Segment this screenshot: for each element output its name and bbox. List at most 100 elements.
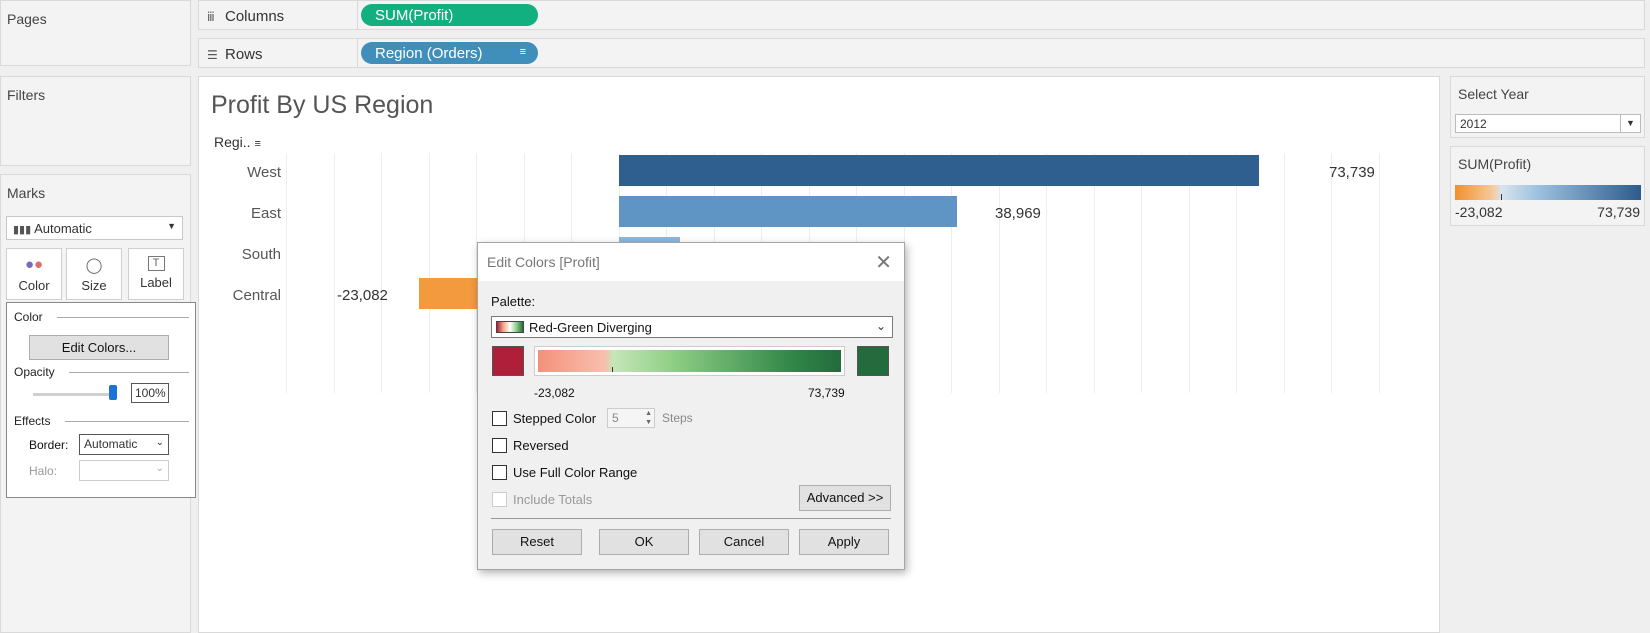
- mark-type-dropdown[interactable]: ▮▮▮ Automatic ▼: [6, 216, 183, 240]
- filters-title: Filters: [7, 87, 46, 103]
- row-label-south: South: [241, 246, 281, 263]
- gridline: [1093, 153, 1095, 393]
- columns-label: Columns: [225, 8, 285, 25]
- ramp-zero-tick: [612, 367, 613, 372]
- ok-label: OK: [634, 534, 654, 549]
- filters-card[interactable]: Filters: [0, 76, 191, 166]
- gridline: [381, 153, 382, 393]
- size-icon: ◯: [85, 257, 103, 274]
- effects-section-rule: [65, 421, 189, 422]
- steps-stepper[interactable]: 5 ▲ ▼: [607, 408, 655, 428]
- cancel-label: Cancel: [723, 534, 765, 549]
- color-mark-button[interactable]: ●● Color: [6, 248, 62, 300]
- palette-swatch-icon: [496, 321, 524, 333]
- dialog-title: Edit Colors [Profit]: [487, 254, 600, 270]
- size-mark-button[interactable]: ◯ Size: [66, 248, 122, 300]
- full-color-range-checkbox[interactable]: [492, 465, 507, 480]
- legend-zero-tick: [1501, 194, 1502, 200]
- rows-shelf[interactable]: ☰ Rows Region (Orders) ≡: [198, 38, 1645, 68]
- label-icon: T: [147, 256, 165, 271]
- opacity-slider-handle[interactable]: [109, 385, 117, 400]
- stepped-color-checkbox[interactable]: [492, 411, 507, 426]
- value-label-west: 73,739: [1329, 164, 1375, 181]
- border-label: Border:: [29, 438, 69, 452]
- cancel-button[interactable]: Cancel: [699, 529, 789, 555]
- border-dropdown[interactable]: Automatic ⌄: [79, 434, 169, 455]
- advanced-label: Advanced >>: [806, 490, 884, 505]
- sum-profit-pill[interactable]: SUM(Profit): [361, 4, 538, 26]
- label-mark-label: Label: [140, 275, 172, 290]
- rows-icon: ☰: [207, 48, 218, 62]
- reset-button[interactable]: Reset: [492, 529, 582, 555]
- select-year-title: Select Year: [1458, 86, 1529, 102]
- pages-card[interactable]: Pages: [0, 0, 191, 66]
- palette-label: Palette:: [491, 294, 536, 309]
- sort-icon: ≡: [254, 138, 261, 150]
- start-color-swatch[interactable]: [492, 346, 524, 376]
- reset-label: Reset: [520, 534, 554, 549]
- row-header-label: Regi..: [214, 134, 251, 150]
- gridline: [1141, 153, 1142, 393]
- ok-button[interactable]: OK: [599, 529, 689, 555]
- gridline: [1378, 153, 1380, 393]
- chevron-down-icon: ▼: [1620, 115, 1640, 132]
- color-dots-icon: ●●: [24, 256, 44, 273]
- range-max-label: 73,739: [808, 386, 845, 400]
- steps-label: Steps: [662, 411, 693, 425]
- apply-label: Apply: [827, 534, 861, 549]
- row-header[interactable]: Regi.. ≡: [214, 134, 261, 150]
- include-totals-checkbox[interactable]: [492, 492, 507, 507]
- chevron-down-icon: ⌄: [875, 319, 886, 333]
- end-color-swatch[interactable]: [857, 346, 889, 376]
- opacity-slider-track[interactable]: [33, 393, 113, 396]
- gridline: [333, 153, 335, 393]
- gridline: [1331, 153, 1332, 393]
- opacity-value-field[interactable]: 100%: [131, 383, 169, 403]
- columns-separator: [357, 1, 358, 29]
- halo-dropdown[interactable]: ⌄: [79, 460, 169, 481]
- gridline: [428, 153, 430, 393]
- value-label-east: 38,969: [995, 205, 1041, 222]
- year-dropdown[interactable]: 2012 ▼: [1455, 114, 1641, 133]
- border-value: Automatic: [84, 437, 138, 451]
- dialog-header: Edit Colors [Profit] ✕: [478, 243, 904, 281]
- region-orders-pill-label: Region (Orders): [375, 45, 483, 62]
- row-label-west: West: [247, 164, 281, 181]
- edit-colors-dialog: Edit Colors [Profit] ✕ Palette: Red-Gree…: [477, 242, 905, 570]
- reversed-checkbox[interactable]: [492, 438, 507, 453]
- sum-profit-pill-label: SUM(Profit): [375, 7, 454, 24]
- gridline: [998, 153, 1000, 393]
- columns-icon: ⅲ: [207, 10, 215, 24]
- mark-type-value: Automatic: [34, 221, 92, 236]
- bar-west[interactable]: [619, 155, 1259, 186]
- region-orders-pill[interactable]: Region (Orders) ≡: [361, 42, 538, 64]
- color-section-title: Color: [14, 310, 43, 324]
- close-icon[interactable]: ✕: [875, 250, 892, 275]
- select-year-card: Select Year 2012 ▼: [1450, 76, 1645, 138]
- gridline: [286, 153, 287, 393]
- color-ramp-fill: [538, 350, 841, 372]
- legend-color-ramp: [1455, 185, 1641, 200]
- opacity-section-rule: [69, 372, 189, 373]
- gridline: [951, 153, 952, 393]
- edit-colors-button[interactable]: Edit Colors...: [29, 335, 169, 360]
- color-popup: Color Edit Colors... Opacity 100% Effect…: [6, 302, 196, 498]
- halo-label: Halo:: [29, 464, 58, 478]
- profit-legend-card[interactable]: SUM(Profit) -23,082 73,739: [1450, 146, 1645, 226]
- bar-east[interactable]: [619, 196, 958, 227]
- marks-title: Marks: [7, 185, 46, 201]
- color-section-rule: [57, 317, 189, 318]
- edit-colors-label: Edit Colors...: [61, 340, 137, 355]
- palette-dropdown[interactable]: Red-Green Diverging ⌄: [491, 316, 893, 338]
- label-mark-button[interactable]: T Label: [128, 248, 184, 300]
- apply-button[interactable]: Apply: [799, 529, 889, 555]
- columns-shelf[interactable]: ⅲ Columns SUM(Profit): [198, 0, 1645, 30]
- advanced-button[interactable]: Advanced >>: [799, 485, 891, 511]
- palette-value: Red-Green Diverging: [529, 320, 652, 335]
- chevron-down-icon: ▼: [167, 221, 176, 231]
- row-label-east: East: [250, 205, 281, 222]
- legend-min: -23,082: [1455, 204, 1503, 220]
- range-min-label: -23,082: [534, 386, 575, 400]
- gridline: [1188, 153, 1190, 393]
- legend-title: SUM(Profit): [1458, 156, 1532, 172]
